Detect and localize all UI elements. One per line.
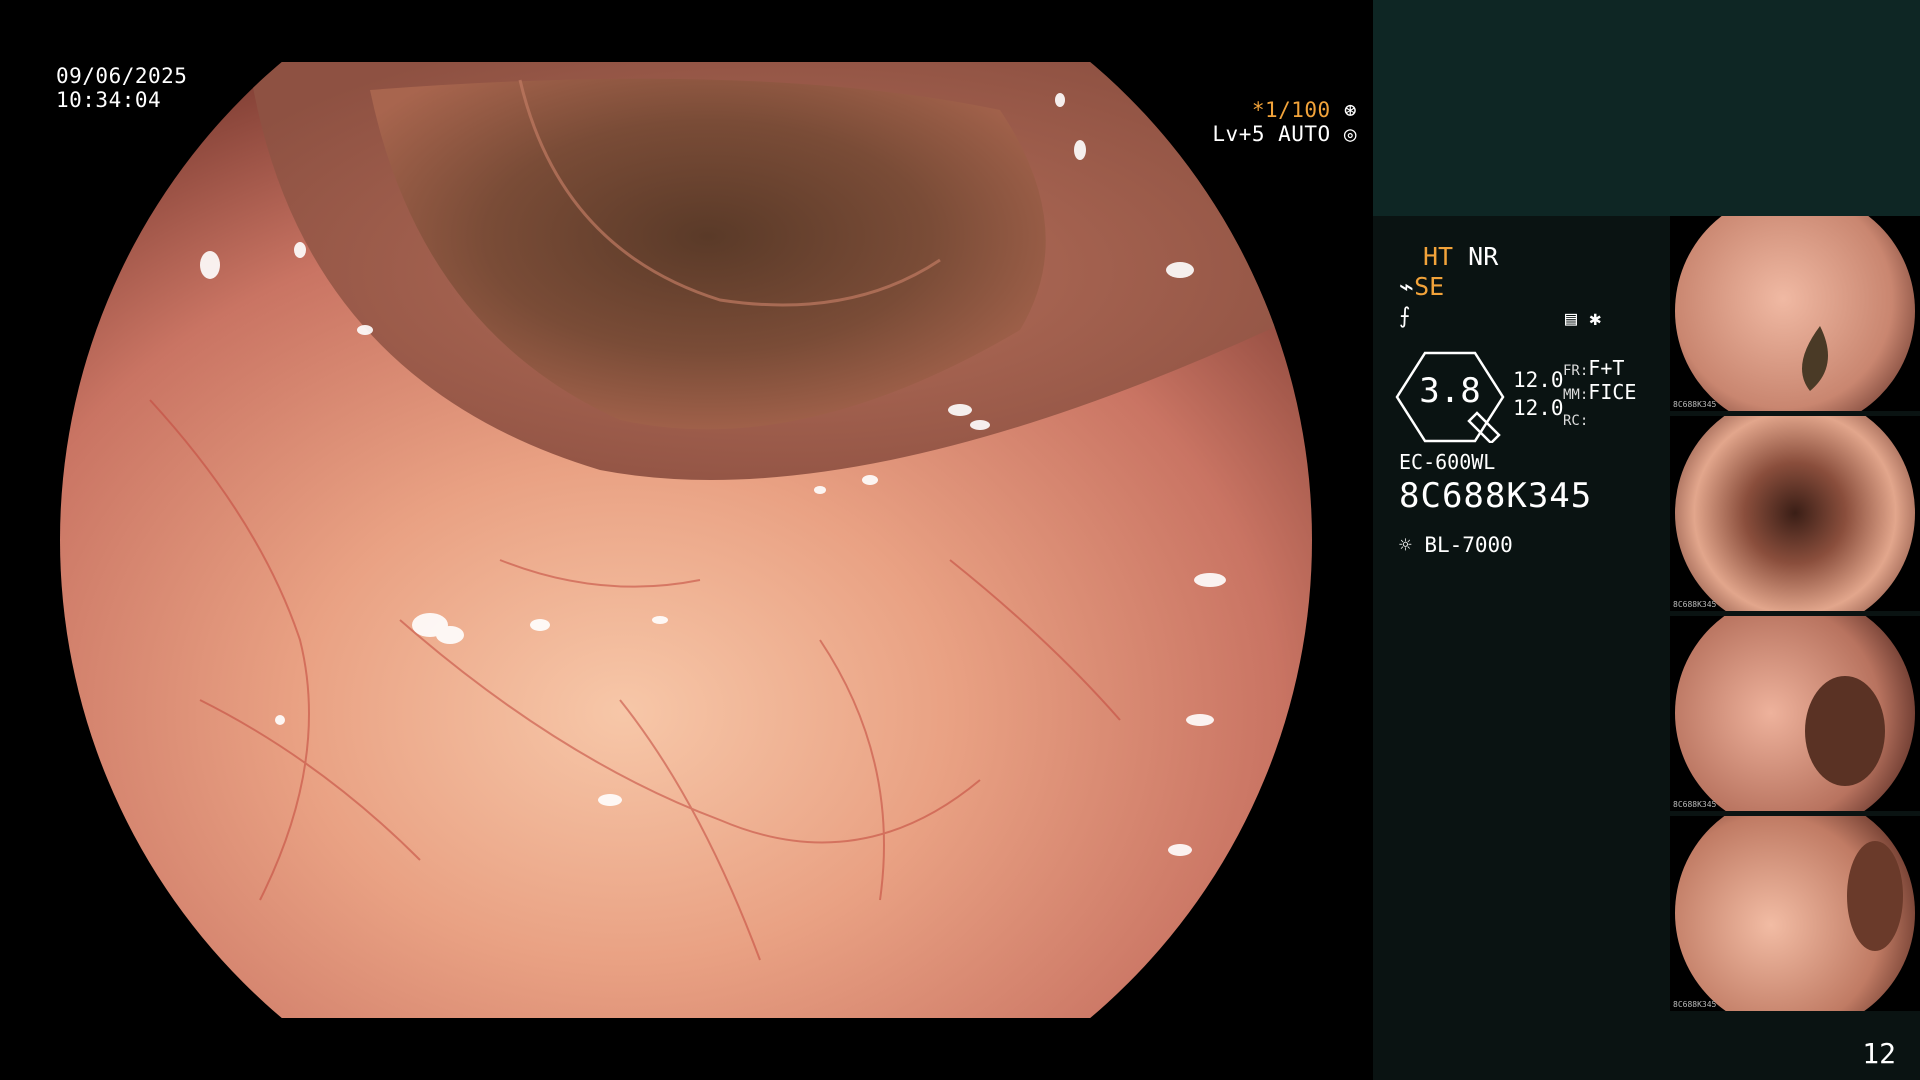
time-text: 10:34:04 — [56, 88, 162, 112]
thumbnail-strip: 8C688K345 8C688K345 8C688K345 8C688K345 — [1670, 216, 1920, 1016]
zoom-value: 3.8 — [1419, 371, 1481, 411]
thumbnail-serial: 8C688K345 — [1673, 800, 1717, 809]
light-source-text: BL-7000 — [1424, 533, 1513, 557]
shutter-speed: *1/100 — [1251, 98, 1331, 122]
thumbnail-image — [1675, 216, 1915, 411]
value-1: 12.0 — [1513, 368, 1564, 392]
date-text: 09/06/2025 — [56, 64, 188, 88]
datetime-display: 09/06/2025 10:34:04 — [56, 64, 187, 112]
thumbnail-image — [1675, 816, 1915, 1011]
endoscope-live-view: 09/06/2025 10:34:04 *1/100 ⊛ Lv+5 AUTO ◎ — [0, 0, 1373, 1080]
scope-model: EC-600WL — [1399, 450, 1496, 474]
thumbnail-image — [1675, 616, 1915, 811]
mm-value: FICE — [1588, 380, 1637, 404]
light-icon: ☼ — [1399, 533, 1412, 557]
se-line: ⌁SE — [1399, 272, 1444, 301]
tone-icon: ⨍ — [1399, 304, 1411, 329]
rc-row: RC: — [1563, 402, 1588, 431]
thumbnail-2[interactable]: 8C688K345 — [1670, 416, 1920, 611]
nr-label: NR — [1468, 242, 1499, 271]
exposure-display: *1/100 ⊛ Lv+5 AUTO ◎ — [1212, 98, 1357, 146]
ht-label: HT — [1423, 242, 1454, 271]
thumbnail-serial: 8C688K345 — [1673, 400, 1717, 409]
light-source: ☼ BL-7000 — [1399, 533, 1513, 557]
thumbnail-serial: 8C688K345 — [1673, 1000, 1717, 1009]
exposure-level: Lv+5 AUTO — [1212, 122, 1331, 146]
thumbnail-3[interactable]: 8C688K345 — [1670, 616, 1920, 811]
endoscopic-image — [60, 0, 1312, 1080]
se-label: SE — [1414, 272, 1445, 301]
page-number: 12 — [1862, 1037, 1896, 1070]
thumbnail-1[interactable]: 8C688K345 — [1670, 216, 1920, 411]
scope-serial: 8C688K345 — [1399, 476, 1593, 516]
thumbnail-image — [1675, 416, 1915, 611]
iris-icon: ◎ — [1330, 122, 1357, 146]
info-panel: HT NR ⌁SE ⨍ ▤ ✱ 3.8 12.0 12.0 FR:F+T MM:… — [1373, 0, 1920, 1080]
enhancement-line: HT NR — [1423, 242, 1498, 271]
mm-label: MM: — [1563, 387, 1589, 403]
value-2: 12.0 — [1513, 396, 1564, 420]
rc-label: RC: — [1563, 413, 1589, 429]
mm-row: MM:FICE — [1563, 376, 1636, 405]
thumbnail-serial: 8C688K345 — [1673, 600, 1717, 609]
structure-enhance-icon: ⌁ — [1399, 272, 1415, 301]
top-strip — [1373, 0, 1920, 216]
shutter-icon: ⊛ — [1330, 98, 1357, 122]
thumbnail-4[interactable]: 8C688K345 — [1670, 816, 1920, 1011]
zoom-indicator: 3.8 — [1395, 351, 1505, 445]
settings-icon: ▤ ✱ — [1565, 306, 1602, 330]
settings-info: HT NR ⌁SE ⨍ ▤ ✱ 3.8 12.0 12.0 FR:F+T MM:… — [1373, 216, 1673, 1080]
